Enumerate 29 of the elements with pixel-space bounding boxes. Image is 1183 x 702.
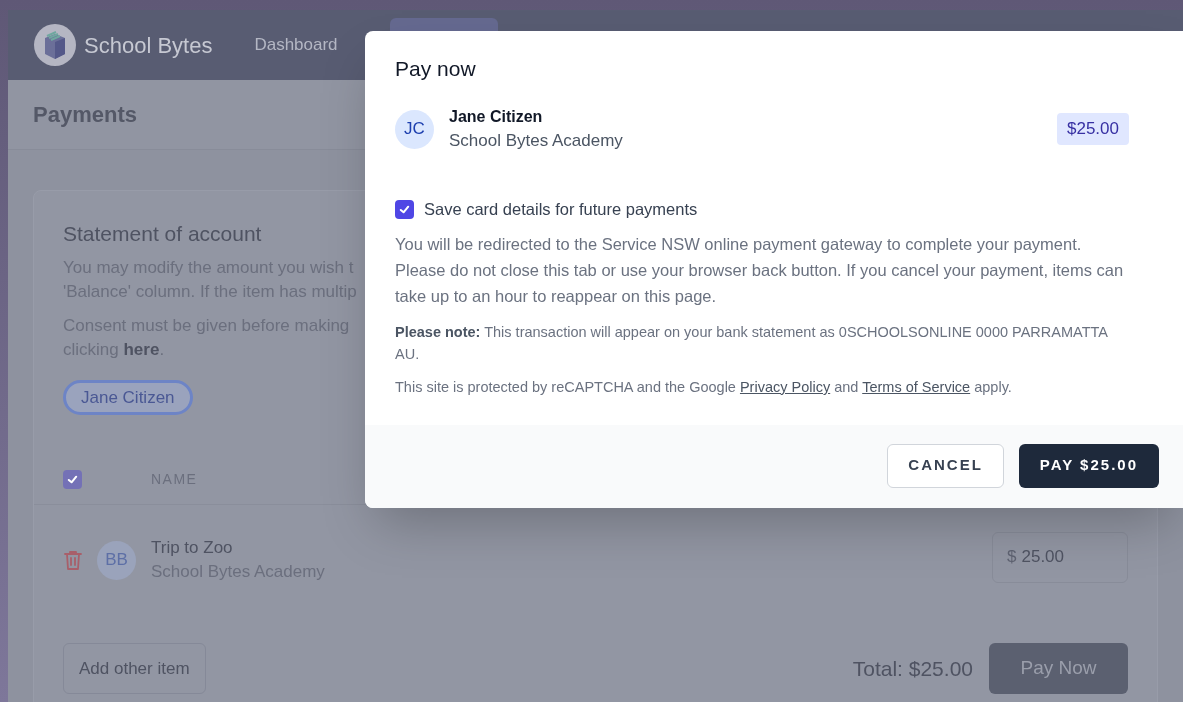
pay-button[interactable]: PAY $25.00 [1018,443,1159,488]
brand-name: School Bytes [84,31,213,60]
total-amount: Total: $25.00 [852,655,973,682]
amount-value: 25.00 [1021,546,1064,569]
check-icon [66,473,79,486]
item-title: Trip to Zoo [151,537,234,559]
book-logo-icon [34,24,76,66]
nav-link[interactable]: Dashboard [254,32,338,58]
student-chip[interactable]: Jane Citizen [63,380,193,415]
bank-statement-note: Please note: This transaction will appear on your bank statement as 0SCHOOLSONLINE 0000 PARRAMATTA AU. [395,322,1109,364]
page-title: Payments [33,101,137,129]
payer-avatar: JC [395,109,434,149]
card-heading: Statement of account [63,221,262,247]
amount-input-field[interactable]: $ 25.00 [992,531,1128,583]
redirect-notice: You will be redirected to the Service NSW online payment gateway to complete your payment. Please do not close this tab or use your browser back button. If you cancel your payment, items can take up to an hour to reappear on this page. [395,233,1125,307]
payer-name: Jane Citizen [449,107,544,127]
select-all-checkbox[interactable] [63,470,82,489]
currency-symbol: $ [1007,546,1017,569]
privacy-policy-link[interactable]: Privacy Policy [739,378,831,395]
payer-organisation: School Bytes Academy [449,130,623,152]
save-card-label: Save card details for future payments [424,199,698,220]
save-card-checkbox[interactable] [395,199,414,219]
terms-of-service-link[interactable]: Terms of Service [862,378,971,395]
cancel-button[interactable]: CANCEL [887,443,1004,488]
recaptcha-notice: This site is protected by reCAPTCHA and the Google Privacy Policy and Terms of Service apply. [395,377,1012,397]
item-avatar: BB [97,540,136,580]
add-item-button[interactable]: Add other item [63,643,206,694]
amount-badge: $25.00 [1057,113,1129,145]
dialog-title: Pay now [395,56,477,82]
